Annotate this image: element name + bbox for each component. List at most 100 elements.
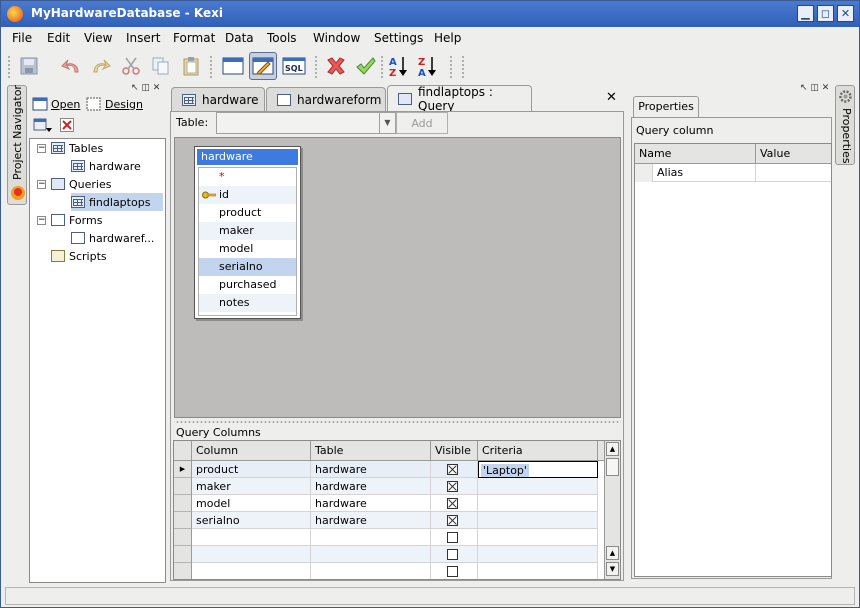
table-combo[interactable]: ▼ — [216, 112, 396, 134]
visible-checkbox[interactable] — [447, 566, 458, 577]
column-header-criteria[interactable]: Criteria — [478, 441, 598, 461]
visible-checkbox[interactable] — [447, 498, 458, 509]
menu-edit[interactable]: Edit — [47, 31, 70, 45]
cell-table[interactable]: hardware — [311, 495, 431, 512]
toolbar-grip[interactable] — [314, 55, 318, 79]
tree-group-tables[interactable]: Tables — [51, 139, 131, 157]
new-object-button[interactable] — [33, 118, 53, 137]
queries-expander[interactable]: − — [37, 180, 46, 189]
visible-checkbox[interactable] — [447, 532, 458, 543]
title-bar[interactable]: MyHardwareDatabase - Kexi ▁ ◻ ✕ — [1, 1, 859, 27]
cell-criteria[interactable] — [478, 563, 598, 579]
toolbar-grip[interactable] — [461, 55, 465, 79]
cell-visible[interactable] — [431, 529, 478, 546]
properties-tab[interactable]: Properties — [633, 96, 699, 118]
field-serialno[interactable]: serialno — [199, 258, 296, 276]
property-header-name[interactable]: Name — [635, 144, 756, 164]
cell-table[interactable]: hardware — [311, 512, 431, 529]
tree-item-hardware[interactable]: hardware — [71, 157, 163, 175]
close-window-button[interactable]: ✕ — [837, 5, 854, 22]
tree-group-queries[interactable]: Queries — [51, 175, 131, 193]
kexi-app-icon[interactable] — [7, 6, 23, 22]
scroll-down-arrow[interactable]: ▼ — [606, 562, 619, 576]
grid-vertical-scrollbar[interactable]: ▲ ▲ ▼ — [604, 441, 620, 579]
column-header-visible[interactable]: Visible — [431, 441, 478, 461]
toolbar-grip[interactable] — [7, 55, 11, 79]
copy-icon[interactable] — [147, 52, 175, 80]
field-notes[interactable]: notes — [199, 294, 296, 312]
menu-settings[interactable]: Settings — [374, 31, 423, 45]
field-maker[interactable]: maker — [199, 222, 296, 240]
visible-checkbox[interactable] — [447, 464, 458, 475]
scroll-up-arrow[interactable]: ▲ — [606, 546, 619, 560]
toolbar-grip[interactable] — [449, 55, 453, 79]
sort-ascending-icon[interactable]: AZ — [384, 52, 412, 80]
add-table-button[interactable]: Add — [396, 112, 448, 134]
field-purchased[interactable]: purchased — [199, 276, 296, 294]
tab-hardwareform[interactable]: hardwareform — [266, 87, 386, 111]
cell-column[interactable]: maker — [192, 478, 311, 495]
cell-criteria[interactable] — [478, 546, 598, 563]
design-button[interactable]: Design — [86, 97, 143, 111]
cell-table[interactable]: hardware — [311, 478, 431, 495]
cell-visible[interactable] — [431, 512, 478, 529]
visible-checkbox[interactable] — [447, 515, 458, 526]
visible-checkbox[interactable] — [447, 481, 458, 492]
tree-item-findlaptops[interactable]: findlaptops — [71, 193, 163, 211]
sort-descending-icon[interactable]: ZA — [413, 52, 441, 80]
cell-column[interactable]: product — [192, 461, 311, 478]
redo-icon[interactable] — [87, 52, 115, 80]
column-header-table[interactable]: Table — [311, 441, 431, 461]
cell-column[interactable] — [192, 546, 311, 563]
menu-data[interactable]: Data — [225, 31, 254, 45]
property-header-value[interactable]: Value — [756, 144, 831, 164]
menu-tools[interactable]: Tools — [267, 31, 297, 45]
menu-help[interactable]: Help — [434, 31, 461, 45]
column-header-column[interactable]: Column — [192, 441, 311, 461]
cell-table[interactable]: hardware — [311, 461, 431, 478]
cell-visible[interactable] — [431, 563, 478, 579]
properties-side-tab[interactable]: Properties — [835, 85, 855, 165]
field-all[interactable]: * — [199, 168, 296, 186]
chevron-down-icon[interactable]: ▼ — [379, 113, 395, 133]
project-navigator-side-tab[interactable]: Project Navigator — [7, 85, 27, 205]
paste-icon[interactable] — [177, 52, 205, 80]
cell-visible[interactable] — [431, 461, 478, 478]
save-icon[interactable] — [15, 52, 43, 80]
menu-format[interactable]: Format — [173, 31, 215, 45]
table-box-header[interactable]: hardware — [197, 149, 298, 165]
cell-criteria[interactable] — [478, 478, 598, 495]
relations-canvas[interactable]: hardware * id product maker model serial… — [174, 137, 621, 418]
field-model[interactable]: model — [199, 240, 296, 258]
apply-icon[interactable] — [352, 52, 380, 80]
navigator-dock-buttons[interactable]: ↖ ◫ ✕ — [131, 83, 160, 93]
sql-view-icon[interactable]: SQL — [280, 52, 308, 80]
cell-column[interactable] — [192, 529, 311, 546]
tree-group-scripts[interactable]: Scripts — [51, 247, 131, 265]
tables-expander[interactable]: − — [37, 144, 46, 153]
menu-window[interactable]: Window — [313, 31, 360, 45]
property-value-alias[interactable] — [756, 164, 831, 182]
field-id[interactable]: id — [199, 186, 296, 204]
properties-dock-buttons[interactable]: ↖ ◫ ✕ — [800, 83, 829, 93]
tree-item-hardwareform[interactable]: hardwaref... — [71, 229, 163, 247]
tab-hardware[interactable]: hardware — [171, 87, 265, 111]
open-button[interactable]: Open — [32, 97, 80, 111]
scroll-up-arrow[interactable]: ▲ — [606, 442, 619, 456]
cell-visible[interactable] — [431, 495, 478, 512]
cell-criteria-editor[interactable]: 'Laptop' — [478, 461, 598, 478]
tab-findlaptops-query[interactable]: findlaptops : Query — [387, 85, 532, 113]
undo-icon[interactable] — [57, 52, 85, 80]
cell-table[interactable] — [311, 563, 431, 579]
cell-visible[interactable] — [431, 478, 478, 495]
forms-expander[interactable]: − — [37, 216, 46, 225]
menu-file[interactable]: File — [12, 31, 32, 45]
maximize-button[interactable]: ◻ — [817, 5, 834, 22]
delete-object-button[interactable] — [60, 118, 74, 135]
design-view-icon[interactable] — [249, 52, 277, 80]
cell-criteria[interactable] — [478, 495, 598, 512]
cell-criteria[interactable] — [478, 512, 598, 529]
menu-view[interactable]: View — [84, 31, 112, 45]
table-box-hardware[interactable]: hardware * id product maker model serial… — [194, 146, 301, 319]
cell-column[interactable]: model — [192, 495, 311, 512]
